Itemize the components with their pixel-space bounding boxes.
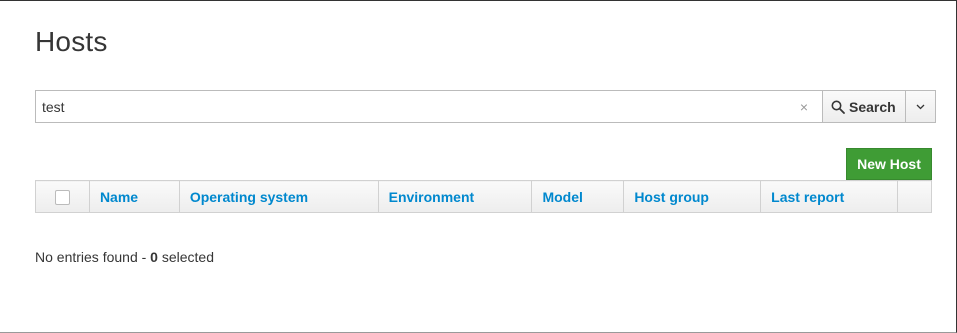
column-header-model[interactable]: Model <box>531 180 625 213</box>
chevron-down-icon <box>916 104 925 109</box>
column-header-last-report[interactable]: Last report <box>760 180 898 213</box>
search-input[interactable] <box>35 90 822 123</box>
search-icon <box>831 100 845 114</box>
select-all-header <box>35 180 90 213</box>
column-header-actions <box>897 180 932 213</box>
column-header-host-group[interactable]: Host group <box>623 180 762 213</box>
select-all-checkbox[interactable] <box>55 189 70 205</box>
page-frame <box>0 0 957 333</box>
column-header-name[interactable]: Name <box>88 180 180 213</box>
clear-search-icon[interactable]: × <box>792 90 816 123</box>
search-button-label: Search <box>849 98 896 115</box>
table-header-row: Name Operating system Environment Model … <box>35 180 932 213</box>
search-bar: × Search <box>35 90 936 123</box>
selected-count: 0 <box>150 249 158 265</box>
column-header-environment[interactable]: Environment <box>377 180 533 213</box>
new-host-button[interactable]: New Host <box>846 148 932 180</box>
hosts-table: Name Operating system Environment Model … <box>35 180 932 213</box>
status-suffix: selected <box>157 249 215 265</box>
column-header-operating-system[interactable]: Operating system <box>178 180 379 213</box>
status-prefix: No entries found - <box>35 249 151 265</box>
selection-status: No entries found - 0 selected <box>35 249 214 265</box>
search-options-dropdown[interactable] <box>905 90 936 123</box>
search-button[interactable]: Search <box>822 90 906 123</box>
page-title: Hosts <box>35 26 108 57</box>
